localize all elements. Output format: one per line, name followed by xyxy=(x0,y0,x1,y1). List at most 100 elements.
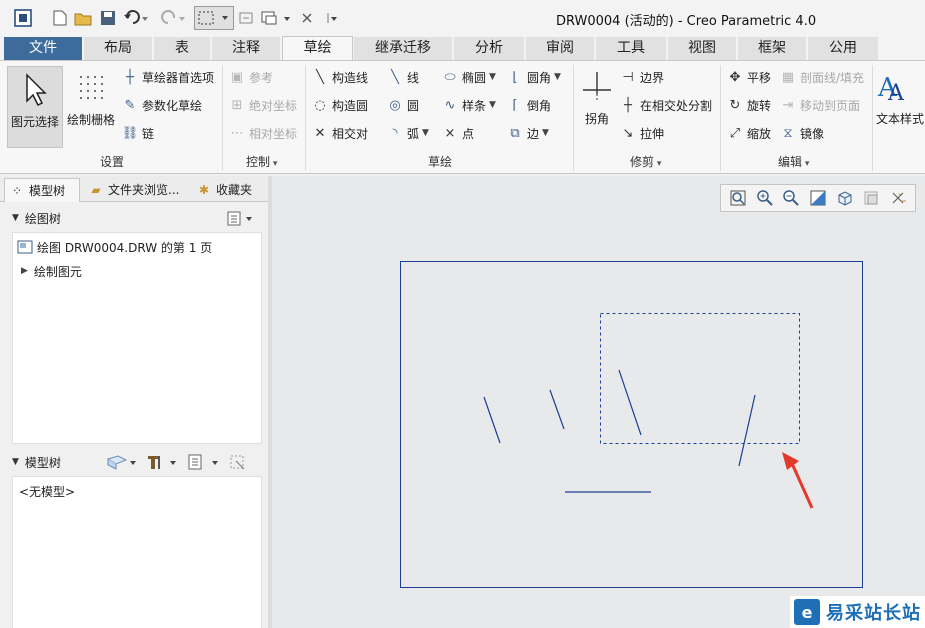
chain-button[interactable]: ⛓ 链 xyxy=(122,122,154,144)
sketch-line[interactable] xyxy=(483,396,501,444)
title-bar: DRW0004 (活动的) - Creo Parametric 4.0 xyxy=(0,0,925,36)
tab-model-tree[interactable]: ⁘ 模型树 xyxy=(4,178,80,202)
expand-icon[interactable]: ▶ xyxy=(21,266,28,276)
new-file-icon[interactable] xyxy=(50,6,70,30)
drawing-canvas[interactable]: * xyxy=(272,176,925,628)
construction-line-button[interactable]: ╲ 构造线 xyxy=(312,66,368,88)
reference-button[interactable]: ▣ 参考 xyxy=(229,66,273,88)
intersection-label: 相交对 xyxy=(332,126,369,141)
absolute-coord-button[interactable]: ⊞ 绝对坐标 xyxy=(229,94,297,116)
undo-icon[interactable] xyxy=(121,6,151,30)
spline-button[interactable]: ∿ 样条 ▼ xyxy=(442,94,496,116)
construction-circle-button[interactable]: ◌ 构造圆 xyxy=(312,94,368,116)
tab-analysis[interactable]: 分析 xyxy=(454,37,525,60)
tab-file[interactable]: 文件 xyxy=(4,37,83,60)
tab-frame[interactable]: 框架 xyxy=(738,37,807,60)
open-file-icon[interactable] xyxy=(72,6,94,30)
arc-button[interactable]: ◝ 弧 ▼ xyxy=(387,122,428,144)
group-label-trim[interactable]: 修剪 xyxy=(630,153,661,170)
filter-icon[interactable] xyxy=(228,453,248,471)
tab-layout[interactable]: 布局 xyxy=(84,37,153,60)
fillet-button[interactable]: ⌊ 圆角 ▼ xyxy=(507,66,560,88)
model-tree-header[interactable]: ▼ 模型树 xyxy=(12,450,262,474)
move-icon: ✥ xyxy=(729,69,741,85)
tab-common[interactable]: 公用 xyxy=(808,37,879,60)
rotate-button[interactable]: ↻ 旋转 xyxy=(727,94,771,116)
spline-label: 样条 xyxy=(462,98,487,113)
tree-item-sheet[interactable]: 绘图 DRW0004.DRW 的第 1 页 xyxy=(17,237,212,257)
relative-coord-label: 相对坐标 xyxy=(249,126,298,141)
sketch-grid-button[interactable]: 绘制栅格 xyxy=(64,66,118,148)
settings-list-icon[interactable] xyxy=(186,453,222,471)
move-to-page-button[interactable]: ⇥ 移动到页面 xyxy=(780,94,860,116)
sketch-line[interactable] xyxy=(618,369,642,436)
select-tool-label: 图元选择 xyxy=(10,115,59,129)
drawing-tree-header[interactable]: ▼ 绘图树 xyxy=(12,206,262,230)
drawing-tree-title: 绘图树 xyxy=(24,211,61,226)
customize-toolbar-icon[interactable] xyxy=(320,6,342,30)
translate-button[interactable]: ✥ 平移 xyxy=(727,66,771,88)
tab-table[interactable]: 表 xyxy=(154,37,211,60)
tree-item-sketched-entities-label: 绘制图元 xyxy=(33,264,82,279)
refit-icon[interactable] xyxy=(728,188,748,208)
split-button[interactable]: ┼ 在相交处分割 xyxy=(620,94,712,116)
intersection-button[interactable]: ✕ 相交对 xyxy=(312,122,368,144)
edge-button[interactable]: ⧉ 边 ▼ xyxy=(507,122,549,144)
display-style-icon[interactable] xyxy=(835,188,855,208)
chamfer-button[interactable]: ⌈ 倒角 xyxy=(507,94,551,116)
saved-orientations-icon[interactable] xyxy=(861,188,881,208)
sketcher-prefs-button[interactable]: ┼ 草绘器首选项 xyxy=(122,66,214,88)
tab-review[interactable]: 审阅 xyxy=(526,37,595,60)
line-button[interactable]: ╲ 线 xyxy=(387,66,419,88)
ellipse-button[interactable]: ⬭ 椭圆 ▼ xyxy=(442,66,496,88)
tab-tools[interactable]: 工具 xyxy=(596,37,667,60)
tab-folder-browser[interactable]: ▰ 文件夹浏览... xyxy=(84,178,188,202)
show-icon[interactable] xyxy=(104,453,138,471)
tab-sketch[interactable]: 草绘 xyxy=(282,36,353,60)
drawing-sheet-icon xyxy=(17,240,33,254)
stretch-button[interactable]: ↘ 拉伸 xyxy=(620,122,664,144)
tools-icon[interactable] xyxy=(144,453,180,471)
datum-display-icon[interactable]: * xyxy=(888,188,908,208)
tab-favorites[interactable]: ✱ 收藏夹 xyxy=(192,178,264,202)
chevron-down-icon: ▼ xyxy=(542,128,549,138)
tab-annotate[interactable]: 注释 xyxy=(212,37,281,60)
param-sketch-button[interactable]: ✎ 参数化草绘 xyxy=(122,94,202,116)
regenerate-icon[interactable] xyxy=(236,6,256,30)
edge-icon: ⧉ xyxy=(510,125,520,141)
mirror-button[interactable]: ⧖ 镜像 xyxy=(780,122,824,144)
sketch-line[interactable] xyxy=(549,389,565,430)
corner-button[interactable]: 拐角 xyxy=(578,66,616,148)
group-label-control[interactable]: 控制 xyxy=(246,153,277,170)
construction-line-label: 构造线 xyxy=(332,70,369,85)
sketch-line[interactable] xyxy=(738,394,756,467)
zoom-out-icon[interactable] xyxy=(781,188,801,208)
boundary-button[interactable]: ⊣ 边界 xyxy=(620,66,664,88)
app-menu-icon[interactable] xyxy=(10,6,36,30)
select-tool-button[interactable]: 图元选择 xyxy=(7,66,63,148)
zoom-in-icon[interactable] xyxy=(755,188,775,208)
repaint-icon[interactable] xyxy=(808,188,828,208)
save-icon[interactable] xyxy=(97,6,119,30)
scale-button[interactable]: ⤢ 缩放 xyxy=(727,122,771,144)
group-label-edit[interactable]: 编辑 xyxy=(778,153,809,170)
selection-filter-icon[interactable] xyxy=(194,6,234,30)
close-window-icon[interactable] xyxy=(298,6,316,30)
redo-icon[interactable] xyxy=(158,6,188,30)
relative-coord-button[interactable]: ⋯ 相对坐标 xyxy=(229,122,298,144)
point-button[interactable]: × 点 xyxy=(442,122,474,144)
ellipse-icon: ⬭ xyxy=(444,69,456,85)
tab-legacy-migration[interactable]: 继承迁移 xyxy=(354,37,453,60)
line-icon: ╲ xyxy=(391,69,399,85)
tab-view[interactable]: 视图 xyxy=(668,37,737,60)
chain-label: 链 xyxy=(142,126,155,141)
circle-button[interactable]: ◎ 圆 xyxy=(387,94,419,116)
text-style-button[interactable]: A A 文本样式 xyxy=(876,66,925,148)
point-icon: × xyxy=(444,125,456,141)
sheet-border xyxy=(400,261,863,588)
tree-item-sketched-entities[interactable]: ▶ 绘制图元 xyxy=(17,261,82,281)
favorites-icon: ✱ xyxy=(198,183,210,197)
hatch-button[interactable]: ▦ 剖面线/填充 xyxy=(780,66,864,88)
windows-icon[interactable] xyxy=(258,6,294,30)
tree-settings-icon[interactable] xyxy=(226,210,256,226)
